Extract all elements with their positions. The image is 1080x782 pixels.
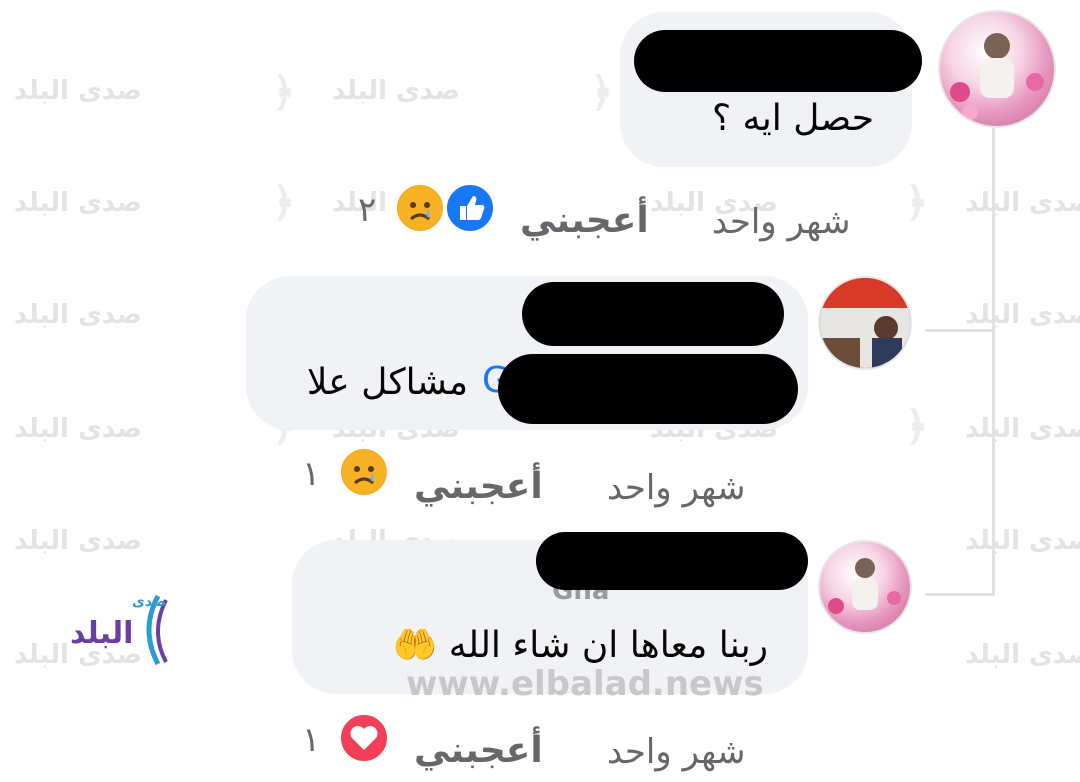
watermark-logo-icon: ﴿	[272, 70, 296, 116]
watermark-text: صدى البلد	[14, 76, 142, 106]
watermark-text: صدى البلد	[14, 414, 142, 444]
watermark-text: صدى البلد	[14, 526, 142, 556]
comment-time[interactable]: شهر واحد	[607, 468, 745, 508]
like-button[interactable]: أعجبني	[414, 466, 543, 507]
love-reaction-icon	[338, 712, 390, 764]
redacted-tag	[498, 354, 798, 424]
watermark-site-url: www.elbalad.news	[406, 664, 764, 704]
comment-text: ربنا معاها ان شاء الله 🤲	[392, 625, 768, 666]
avatar-image	[820, 278, 910, 368]
redacted-name	[536, 532, 808, 590]
like-button[interactable]: أعجبني	[414, 730, 543, 771]
logo-text: البلد	[70, 616, 134, 651]
site-logo: البلد صدى	[70, 590, 180, 670]
avatar-image	[950, 33, 1044, 120]
reaction-count: ١	[302, 454, 321, 494]
like-button[interactable]: أعجبني	[520, 200, 649, 241]
watermark-logo-icon: ﴿	[272, 180, 296, 226]
watermark-text: صدى البلد	[332, 76, 460, 106]
comment-text: مشاكل علا	[306, 362, 468, 403]
avatar[interactable]	[818, 540, 912, 634]
redacted-name	[634, 30, 922, 92]
thread-line	[925, 128, 995, 596]
like-reaction-icon	[444, 182, 496, 234]
avatar-image	[828, 558, 901, 614]
watermark-text: صدى البلد	[14, 188, 142, 218]
comment-bubble: Gl مشاكل علا	[246, 276, 808, 430]
watermark-logo-icon: ﴿	[590, 70, 614, 116]
reaction-count: ١	[302, 720, 321, 760]
comment-bubble: حصل ايه ؟	[620, 12, 922, 167]
avatar[interactable]	[818, 276, 912, 370]
comment-time[interactable]: شهر واحد	[607, 732, 745, 772]
avatar[interactable]	[938, 10, 1056, 128]
thread-branch-line	[925, 310, 995, 332]
sad-reaction-icon	[394, 182, 446, 234]
watermark-text: صدى البلد	[965, 640, 1080, 670]
thread-branch-line	[925, 574, 995, 596]
sad-reaction-icon	[338, 446, 390, 498]
watermark-text: صدى البلد	[14, 300, 142, 330]
comment-text: حصل ايه ؟	[711, 98, 874, 139]
reaction-count: ٢	[358, 190, 377, 230]
comment-time[interactable]: شهر واحد	[712, 202, 850, 242]
logo-small-text: صدى	[132, 594, 167, 610]
redacted-name	[522, 282, 784, 346]
